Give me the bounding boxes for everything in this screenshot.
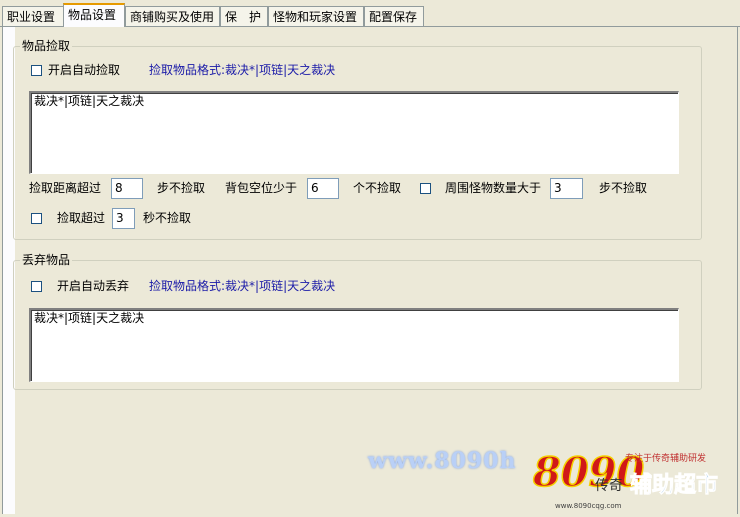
- pickup-format-hint: 捡取物品格式:裁决*|项链|天之裁决: [149, 63, 336, 77]
- discard-format-hint: 捡取物品格式:裁决*|项链|天之裁决: [149, 279, 336, 293]
- pickup-bag-input[interactable]: 6: [307, 178, 339, 199]
- pickup-bag-unit: 个不捡取: [353, 181, 402, 195]
- watermark-url: www.8090h: [368, 448, 517, 474]
- pickup-monsters-checkbox[interactable]: [420, 183, 431, 194]
- pickup-timeout-unit: 秒不捡取: [143, 211, 192, 225]
- pickup-auto-checkbox[interactable]: [31, 65, 42, 76]
- watermark-site: www.8090cqg.com: [555, 502, 622, 510]
- pickup-distance-input[interactable]: 8: [111, 178, 143, 199]
- pickup-auto-label: 开启自动捡取: [48, 63, 121, 77]
- pickup-monsters-label: 周围怪物数量大于: [445, 181, 542, 195]
- discard-items-textarea[interactable]: 裁决*|项链|天之裁决: [29, 308, 679, 382]
- pickup-timeout-label: 捡取超过: [57, 211, 106, 225]
- discard-group-title: 丢弃物品: [20, 253, 73, 267]
- pickup-monsters-input[interactable]: 3: [550, 178, 583, 199]
- pickup-group-title: 物品捡取: [20, 39, 73, 53]
- pickup-monsters-unit: 步不捡取: [599, 181, 648, 195]
- tab-config-save[interactable]: 配置保存: [364, 6, 424, 26]
- watermark-logo-script: 传奇: [595, 477, 623, 494]
- watermark-logo: 8090 传奇 专注于传奇辅助研发 辅助超市 www.8090cqg.com: [525, 440, 740, 514]
- tab-strip: 职业设置 物品设置 商铺购买及使用 保 护 怪物和玩家设置 配置保存: [0, 0, 740, 27]
- tab-protection[interactable]: 保 护: [220, 6, 268, 26]
- pickup-distance-label: 捡取距离超过: [29, 181, 102, 195]
- tab-shop-purchase[interactable]: 商铺购买及使用: [125, 6, 220, 26]
- discard-auto-checkbox[interactable]: [31, 281, 42, 292]
- discard-auto-label: 开启自动丢弃: [57, 279, 130, 293]
- tab-job-settings[interactable]: 职业设置: [2, 6, 64, 26]
- pickup-timeout-checkbox[interactable]: [31, 213, 42, 224]
- pickup-distance-unit: 步不捡取: [157, 181, 206, 195]
- watermark-brand: 辅助超市: [630, 472, 718, 498]
- watermark-logo-graphic: 8090 传奇 专注于传奇辅助研发 辅助超市 www.8090cqg.com: [531, 448, 718, 510]
- pickup-items-textarea[interactable]: 裁决*|项链|天之裁决: [29, 91, 679, 174]
- tab-monster-player-settings[interactable]: 怪物和玩家设置: [268, 6, 364, 26]
- pickup-timeout-input[interactable]: 3: [112, 208, 135, 229]
- pickup-bag-label: 背包空位少于: [225, 181, 298, 195]
- watermark-tagline: 专注于传奇辅助研发: [625, 452, 706, 464]
- tab-item-settings[interactable]: 物品设置: [63, 3, 125, 27]
